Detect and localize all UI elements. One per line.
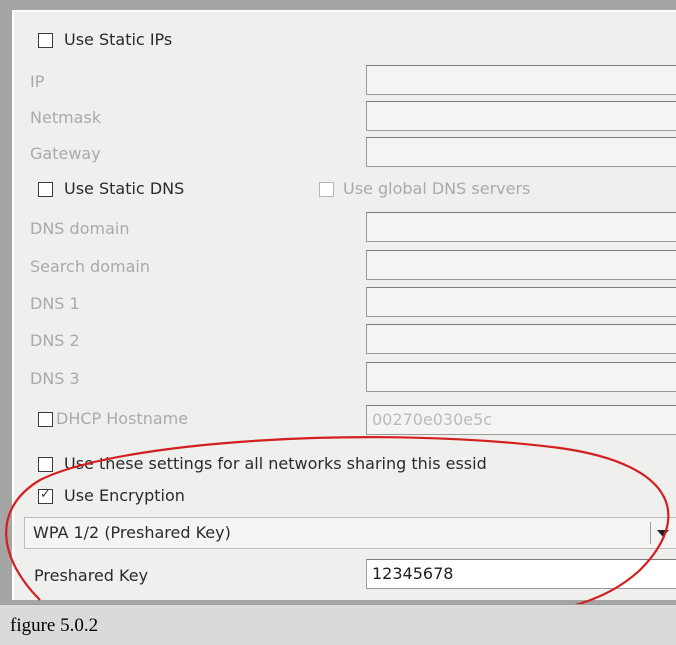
figure-caption: figure 5.0.2 <box>0 604 676 645</box>
dns2-input[interactable] <box>366 324 676 354</box>
dhcp-hostname-row: DHCP Hostname 00270e030e5c <box>14 405 676 442</box>
global-dns-label: Use global DNS servers <box>343 179 531 198</box>
dns3-input[interactable] <box>366 362 676 392</box>
static-dns-label: Use Static DNS <box>64 179 185 198</box>
ip-label: IP <box>30 72 45 91</box>
netmask-input[interactable] <box>366 101 676 131</box>
preshared-key-label: Preshared Key <box>34 566 149 585</box>
search-domain-label: Search domain <box>30 257 150 276</box>
ip-input[interactable] <box>366 65 676 95</box>
preshared-key-input[interactable]: 12345678 <box>366 559 676 589</box>
dns-domain-row: DNS domain <box>14 212 676 249</box>
static-dns-row: Use Static DNS Use global DNS servers <box>14 174 676 211</box>
search-domain-input[interactable] <box>366 250 676 280</box>
dns3-label: DNS 3 <box>30 369 80 388</box>
static-dns-checkbox[interactable] <box>38 182 53 197</box>
dns2-row: DNS 2 <box>14 324 676 361</box>
dns1-label: DNS 1 <box>30 294 80 313</box>
gateway-row: Gateway <box>14 137 676 174</box>
dhcp-hostname-checkbox[interactable] <box>38 412 53 427</box>
dns-domain-input[interactable] <box>366 212 676 242</box>
static-ips-checkbox[interactable] <box>38 33 53 48</box>
encryption-type-select[interactable]: WPA 1/2 (Preshared Key) <box>24 517 676 549</box>
netmask-row: Netmask <box>14 101 676 138</box>
encryption-type-value: WPA 1/2 (Preshared Key) <box>33 523 231 542</box>
share-settings-label: Use these settings for all networks shar… <box>64 454 487 473</box>
static-ips-row[interactable]: Use Static IPs <box>14 29 676 66</box>
encryption-row[interactable]: Use Encryption <box>14 483 676 520</box>
dns3-row: DNS 3 <box>14 362 676 399</box>
share-settings-checkbox[interactable] <box>38 457 53 472</box>
search-domain-row: Search domain <box>14 250 676 287</box>
ip-row: IP <box>14 65 676 102</box>
encryption-checkbox[interactable] <box>38 487 53 504</box>
global-dns-checkbox[interactable] <box>319 182 334 197</box>
dns-domain-label: DNS domain <box>30 219 130 238</box>
chevron-down-icon[interactable] <box>657 530 669 537</box>
encryption-label: Use Encryption <box>64 486 185 505</box>
gateway-input[interactable] <box>366 137 676 167</box>
dns1-row: DNS 1 <box>14 287 676 324</box>
figure-frame: Use Static IPs IP Netmask Gateway Use St… <box>0 0 676 645</box>
dropdown-separator <box>650 522 651 544</box>
figure-caption-text: figure 5.0.2 <box>10 615 99 636</box>
network-settings-panel: Use Static IPs IP Netmask Gateway Use St… <box>12 10 676 600</box>
dhcp-hostname-input[interactable]: 00270e030e5c <box>366 405 676 435</box>
preshared-key-row: Preshared Key 12345678 <box>14 559 676 596</box>
netmask-label: Netmask <box>30 108 102 127</box>
dhcp-hostname-label: DHCP Hostname <box>56 409 189 428</box>
share-settings-row[interactable]: Use these settings for all networks shar… <box>14 450 676 487</box>
gateway-label: Gateway <box>30 144 101 163</box>
dns2-label: DNS 2 <box>30 331 80 350</box>
static-ips-label: Use Static IPs <box>64 30 173 49</box>
dns1-input[interactable] <box>366 287 676 317</box>
